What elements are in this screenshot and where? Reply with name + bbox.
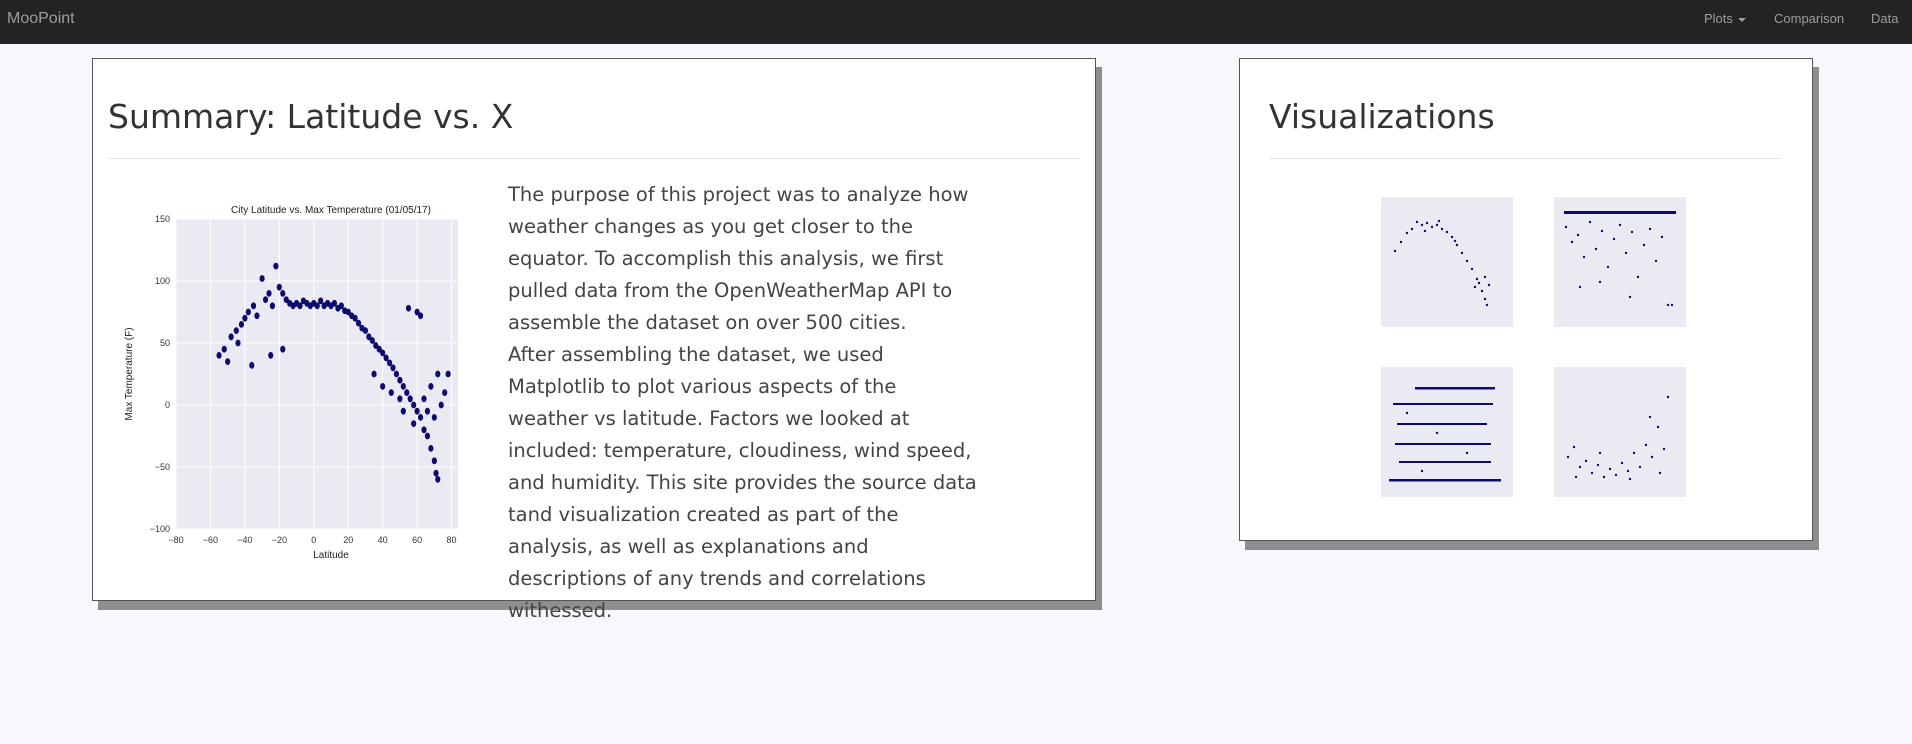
x-tick-label: 60 xyxy=(412,535,422,545)
scatter-point xyxy=(431,457,437,465)
scatter-point xyxy=(438,401,444,409)
nav-plots-label: Plots xyxy=(1704,11,1733,26)
scatter-point xyxy=(417,312,424,320)
scatter-point xyxy=(266,290,272,297)
brand-link[interactable]: MooPoint xyxy=(7,10,75,28)
thumbnail-humidity[interactable] xyxy=(1540,187,1688,339)
scatter-point xyxy=(421,426,427,434)
scatter-point xyxy=(442,389,448,396)
nav-comparison-link[interactable]: Comparison xyxy=(1774,11,1844,26)
thumbnail-temperature[interactable] xyxy=(1367,187,1515,339)
scatter-point xyxy=(221,345,227,353)
scatter-point xyxy=(404,389,410,396)
scatter-point xyxy=(238,321,245,328)
y-tick-label: −50 xyxy=(155,462,170,472)
x-tick-label: 80 xyxy=(447,535,457,545)
scatter-point xyxy=(417,414,424,421)
scatter-point xyxy=(259,275,265,282)
x-tick-label: −80 xyxy=(168,535,183,545)
caret-down-icon xyxy=(1737,17,1746,22)
y-tick-label: 100 xyxy=(155,276,170,286)
x-tick-label: 0 xyxy=(311,535,316,545)
visualizations-title: Visualizations xyxy=(1269,97,1495,136)
scatter-point xyxy=(362,327,369,334)
scatter-point xyxy=(407,395,413,403)
scatter-point xyxy=(435,476,441,483)
y-tick-label: 150 xyxy=(155,214,170,224)
scatter-point xyxy=(280,345,286,353)
scatter-point xyxy=(411,401,417,409)
scatter-point xyxy=(421,395,427,403)
thumbnail-wind-speed[interactable] xyxy=(1540,357,1688,509)
chart-title: City Latitude vs. Max Temperature (01/05… xyxy=(231,205,431,216)
scatter-point xyxy=(250,302,257,310)
scatter-point xyxy=(433,469,439,477)
scatter-point xyxy=(249,361,255,369)
scatter-point xyxy=(262,296,269,303)
scatter-point xyxy=(445,370,451,378)
scatter-point xyxy=(400,407,406,415)
scatter-point xyxy=(411,420,417,427)
scatter-point xyxy=(424,432,431,440)
y-tick-label: 50 xyxy=(160,338,170,348)
scatter-point xyxy=(388,389,394,396)
y-axis-label: Max Temperature (F) xyxy=(124,327,135,420)
x-tick-label: −60 xyxy=(203,535,218,545)
summary-description: The purpose of this project was to analy… xyxy=(508,179,978,627)
scatter-point xyxy=(414,407,420,415)
latitude-temperature-chart: −80−60−40−20020406080100−100−50050100150… xyxy=(124,205,458,561)
x-tick-label: 20 xyxy=(343,535,353,545)
scatter-point xyxy=(269,302,276,310)
scatter-point xyxy=(268,352,274,359)
thumb-cloudiness-plot xyxy=(1381,367,1513,497)
description-paragraph-method: After assembling the dataset, we used Ma… xyxy=(508,343,977,622)
title-divider xyxy=(108,158,1080,159)
scatter-point xyxy=(280,290,286,297)
plot-area xyxy=(176,219,458,529)
y-tick-label: −100 xyxy=(150,524,170,534)
summary-title: Summary: Latitude vs. X xyxy=(108,97,514,136)
x-tick-label: −20 xyxy=(272,535,287,545)
scatter-point xyxy=(273,262,279,270)
scatter-point xyxy=(380,383,386,390)
scatter-point xyxy=(435,370,441,378)
visualizations-divider xyxy=(1269,158,1781,159)
scatter-point xyxy=(228,333,234,341)
scatter-point xyxy=(428,383,434,390)
scatter-point xyxy=(428,445,434,452)
thumbnail-cloudiness[interactable] xyxy=(1367,357,1515,509)
scatter-point xyxy=(393,370,400,378)
scatter-point xyxy=(225,358,231,365)
scatter-point xyxy=(254,312,260,320)
summary-panel: Summary: Latitude vs. X −80 −60 −40 −20 0 20 4… xyxy=(92,58,1096,622)
thumb-temperature-plot xyxy=(1381,197,1513,327)
scatter-point xyxy=(371,370,377,378)
scatter-point xyxy=(233,327,239,334)
nav-data-link[interactable]: Data xyxy=(1871,11,1898,26)
scatter-point xyxy=(235,339,241,347)
navbar: MooPoint Plots Comparison Data xyxy=(0,0,1912,44)
x-tick-label: 40 xyxy=(378,535,388,545)
scatter-point xyxy=(397,376,403,384)
scatter-point xyxy=(400,383,406,390)
scatter-point xyxy=(390,364,396,372)
y-tick-label: 0 xyxy=(165,400,170,410)
thumb-wind-speed-plot xyxy=(1554,367,1686,497)
scatter-point xyxy=(431,414,437,421)
scatter-point xyxy=(405,304,412,312)
visualizations-panel: Visualizations xyxy=(1239,58,1813,541)
thumb-humidity-plot xyxy=(1554,197,1686,327)
x-tick-label: −40 xyxy=(237,535,252,545)
scatter-point xyxy=(242,314,248,322)
scatter-point xyxy=(276,283,282,291)
description-paragraph-purpose: The purpose of this project was to analy… xyxy=(508,183,969,334)
scatter-point xyxy=(245,308,251,316)
x-axis-label: Latitude xyxy=(313,550,349,561)
scatter-point xyxy=(216,352,222,359)
scatter-point xyxy=(424,407,431,415)
nav-plots-dropdown[interactable]: Plots xyxy=(1704,11,1746,26)
scatter-point xyxy=(397,395,403,403)
